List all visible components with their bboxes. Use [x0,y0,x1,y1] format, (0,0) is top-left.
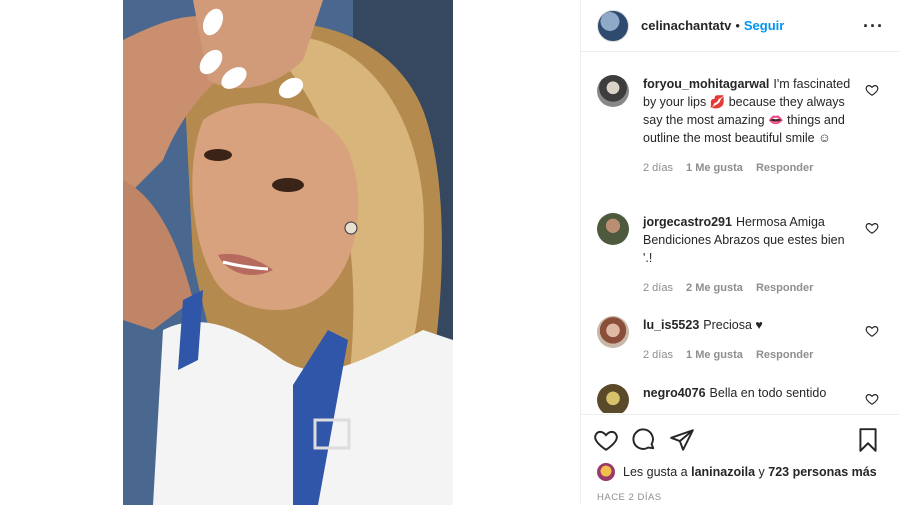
comment-item: foryou_mohitagarwal I'm fascinated by you… [597,75,885,177]
reply-button[interactable]: Responder [756,282,813,294]
commenter-avatar[interactable] [597,75,629,107]
liker-username[interactable]: laninazoila [691,465,755,479]
owner-avatar[interactable] [597,9,629,42]
comment-item: jorgecastro291 Hermosa Amiga Bendiciones … [597,213,885,297]
heart-icon[interactable] [865,221,879,235]
likes-middle: y [758,465,765,479]
comment-text: Preciosa ♥ [703,318,763,332]
comment-text: Bella en todo sentido [709,386,827,400]
separator-dot: • [735,18,740,33]
more-options-icon[interactable]: ··· [863,17,884,35]
heart-icon[interactable] [865,392,879,406]
heart-icon[interactable] [865,83,879,97]
post-header: celinachantatv • Seguir ··· [581,0,900,52]
comment-content: jorgecastro291 Hermosa Amiga Bendiciones … [643,213,857,267]
action-icons [593,425,889,455]
comment-meta: 2 días 1 Me gusta Responder [643,159,857,177]
comment-content: lu_is5523 Preciosa ♥ [643,316,823,334]
comment-likes[interactable]: 2 Me gusta [686,282,743,294]
comment-content: foryou_mohitagarwal I'm fascinated by you… [643,75,857,147]
comment-meta: 2 días 1 Me gusta Responder [643,346,823,364]
comment-item: negro4076 Bella en todo sentido [597,384,885,413]
comment-username[interactable]: negro4076 [643,386,706,400]
comment-username[interactable]: jorgecastro291 [643,215,732,229]
bookmark-icon[interactable] [855,427,881,453]
comment-item: lu_is5523 Preciosa ♥ 2 días 1 Me gusta Re… [597,316,885,364]
heart-icon[interactable] [865,324,879,338]
likes-others-link[interactable]: 723 personas más [768,465,876,479]
comment-time[interactable]: 2 días [643,162,673,174]
commenter-avatar[interactable] [597,316,629,348]
reply-button[interactable]: Responder [756,349,813,361]
post-side-panel: celinachantatv • Seguir ··· foryou_mohit… [580,0,900,505]
reply-button[interactable]: Responder [756,162,813,174]
likes-summary: Les gusta a laninazoila y 723 personas m… [593,463,889,481]
post-time-ago[interactable]: HACE 2 DÍAS [593,492,889,503]
comment-time[interactable]: 2 días [643,282,673,294]
commenter-avatar[interactable] [597,213,629,245]
media-pane [0,0,580,505]
post-photo[interactable] [123,0,453,505]
comment-icon[interactable] [631,427,657,453]
share-icon[interactable] [669,427,695,453]
comment-content: negro4076 Bella en todo sentido [643,384,826,402]
owner-username[interactable]: celinachantatv [641,18,731,33]
likes-prefix: Les gusta a [623,465,688,479]
comment-username[interactable]: foryou_mohitagarwal [643,77,769,91]
follow-button[interactable]: Seguir [744,18,784,33]
commenter-avatar[interactable] [597,384,629,413]
comment-username[interactable]: lu_is5523 [643,318,699,332]
liker-avatar[interactable] [597,463,615,481]
comment-meta: 2 días 2 Me gusta Responder [643,279,857,297]
comment-likes[interactable]: 1 Me gusta [686,349,743,361]
comment-time[interactable]: 2 días [643,349,673,361]
heart-icon[interactable] [593,427,619,453]
post-actions: Les gusta a laninazoila y 723 personas m… [581,414,900,503]
comments-list[interactable]: foryou_mohitagarwal I'm fascinated by you… [581,53,900,413]
comment-likes[interactable]: 1 Me gusta [686,162,743,174]
